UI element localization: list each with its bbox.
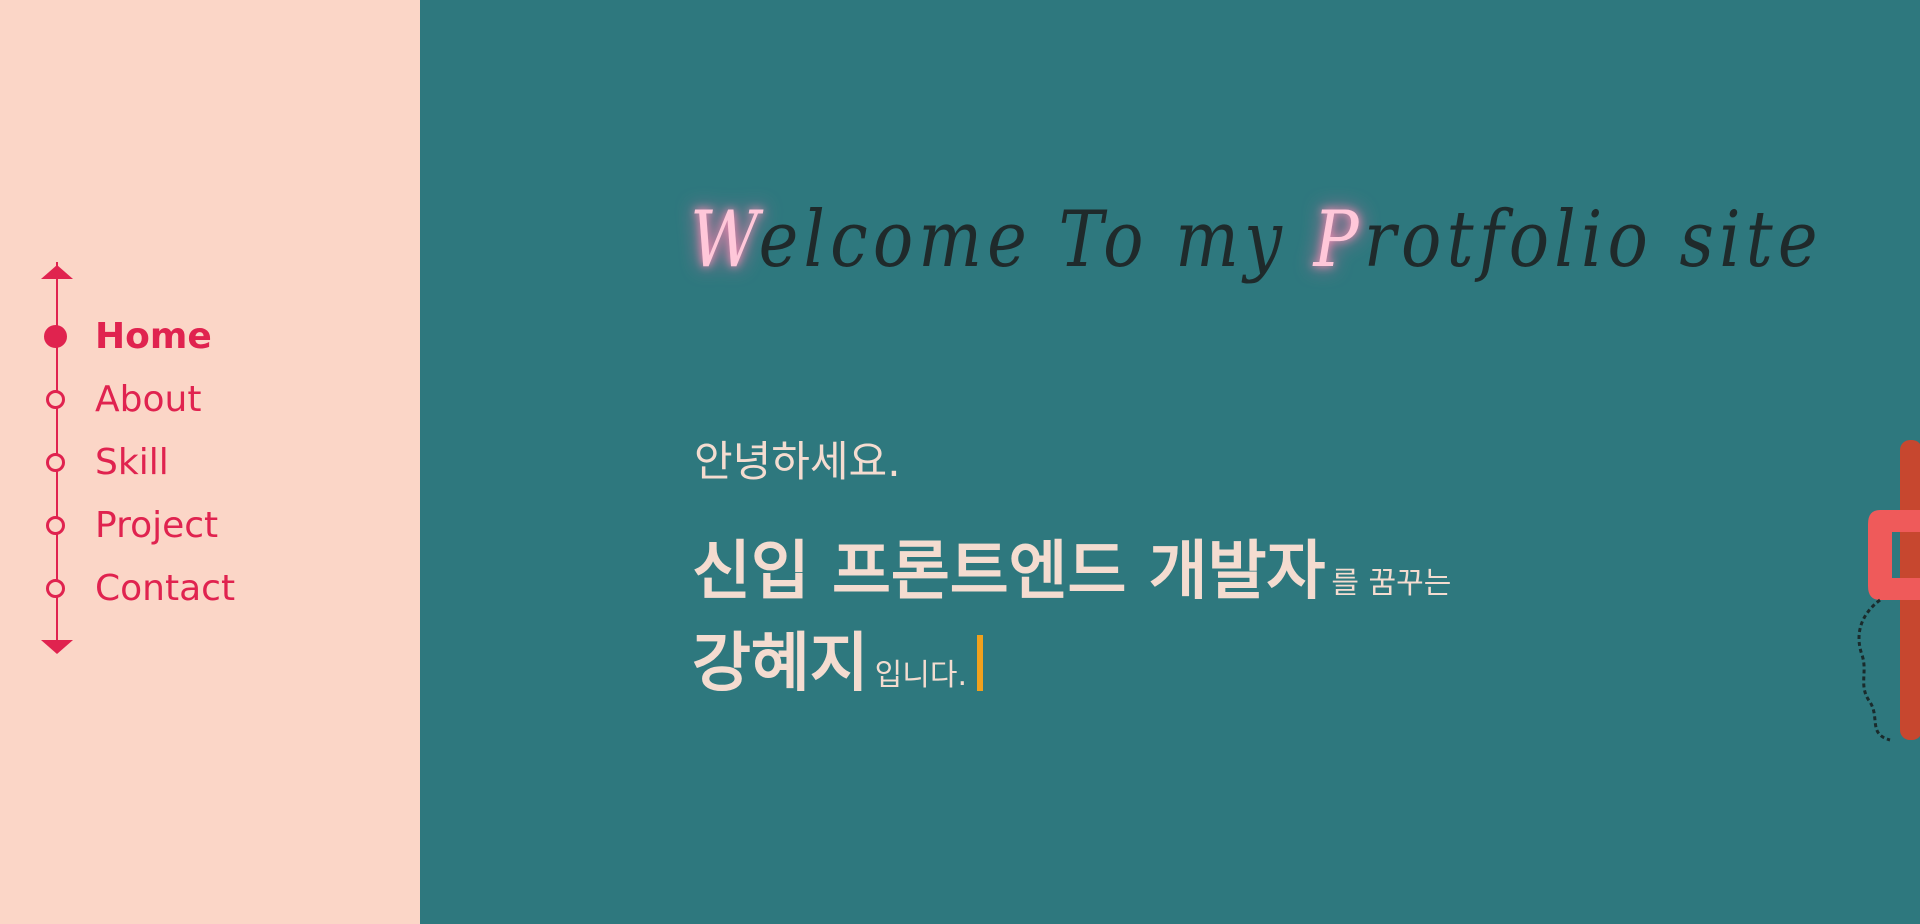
- nav-item-label: Home: [95, 316, 212, 357]
- portfolio-page: Home About Skill Project Contact Welcome…: [0, 0, 1920, 924]
- welcome-glow-letter: W: [690, 195, 759, 285]
- nav-item-skill[interactable]: Skill: [40, 431, 235, 494]
- arrow-down-icon[interactable]: [41, 640, 73, 654]
- telephone-handset-icon: [1857, 440, 1920, 742]
- hero-section: Welcome To my Protfolio site 안녕하세요. 신입 프…: [420, 0, 1920, 924]
- nav-item-label: Project: [95, 505, 219, 546]
- arrow-up-icon[interactable]: [41, 265, 73, 279]
- nav-item-label: Contact: [95, 568, 236, 609]
- typing-cursor: [976, 635, 983, 691]
- nav-dot-icon: [46, 453, 65, 472]
- welcome-glow-letter: P: [1313, 195, 1364, 285]
- intro-line-name: 강혜지 입니다.: [692, 612, 983, 704]
- role-text: 신입 프론트엔드 개발자: [692, 535, 1326, 609]
- nav-item-label: Skill: [95, 442, 169, 483]
- name-text: 강혜지: [692, 627, 869, 701]
- nav-item-project[interactable]: Project: [40, 494, 235, 557]
- nav-item-home[interactable]: Home: [40, 305, 235, 368]
- welcome-title: Welcome To my Protfolio site: [690, 195, 1823, 285]
- nav-dot-icon: [44, 325, 67, 348]
- name-suffix: 입니다.: [874, 658, 967, 693]
- nav-dot-icon: [46, 516, 65, 535]
- nav-dot-icon: [46, 390, 65, 409]
- sidebar: Home About Skill Project Contact: [0, 0, 420, 924]
- section-nav: Home About Skill Project Contact: [40, 305, 235, 620]
- greeting-text: 안녕하세요.: [694, 437, 901, 486]
- nav-item-about[interactable]: About: [40, 368, 235, 431]
- welcome-text: rotfolio site: [1363, 195, 1823, 285]
- nav-dot-icon: [46, 579, 65, 598]
- nav-item-label: About: [95, 379, 202, 420]
- intro-line-role: 신입 프론트엔드 개발자 를 꿈꾸는: [692, 520, 1451, 612]
- welcome-text: elcome To my: [758, 195, 1314, 285]
- role-suffix: 를 꿈꾸는: [1331, 566, 1452, 601]
- nav-item-contact[interactable]: Contact: [40, 557, 235, 620]
